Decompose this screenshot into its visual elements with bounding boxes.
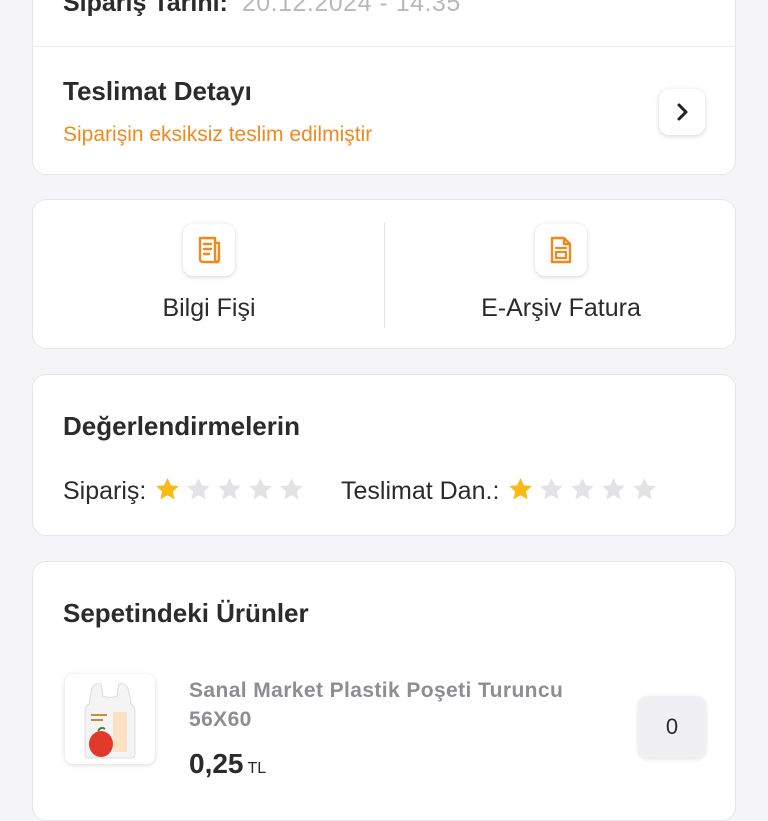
order-date-value: 20.12.2024 - 14:35	[241, 0, 461, 17]
delivery-detail-button[interactable]	[659, 89, 705, 135]
star-empty-icon[interactable]	[536, 475, 567, 503]
star-filled-icon[interactable]	[152, 475, 183, 503]
star-empty-icon[interactable]	[245, 475, 276, 503]
e-archive-invoice-button[interactable]: E-Arşiv Fatura	[385, 200, 737, 350]
order-date-row: Sipariş Tarihi: 20.12.2024 - 14:35	[63, 0, 461, 18]
quantity-badge[interactable]: 0	[638, 696, 706, 758]
delivery-title: Teslimat Detayı	[63, 76, 252, 106]
documents-card: Bilgi Fişi E-Arşiv Fatura	[32, 199, 736, 349]
delivery-status: Siparişin eksiksiz teslim edilmiştir	[63, 123, 373, 146]
product-price-currency: TL	[247, 760, 267, 777]
e-archive-invoice-label: E-Arşiv Fatura	[481, 294, 641, 322]
star-empty-icon[interactable]	[183, 475, 214, 503]
ratings-title: Değerlendirmelerin	[63, 411, 300, 441]
plastic-bag-image	[84, 683, 136, 759]
chevron-right-icon	[677, 103, 688, 121]
ratings-card: Değerlendirmelerin Sipariş: Teslimat Dan…	[32, 374, 736, 536]
receipt-icon-box	[183, 224, 235, 276]
star-empty-icon[interactable]	[598, 475, 629, 503]
delivery-rating-label: Teslimat Dan.:	[341, 477, 500, 505]
receipt-label: Bilgi Fişi	[162, 294, 256, 322]
order-rating-stars	[152, 475, 307, 508]
order-date-label: Sipariş Tarihi:	[63, 0, 228, 17]
basket-card: Sepetindeki Ürünler Sanal Market Plastik…	[32, 561, 736, 821]
divider	[33, 46, 735, 47]
order-rating-label: Sipariş:	[63, 477, 147, 505]
receipt-icon	[198, 236, 221, 264]
product-image	[65, 674, 155, 764]
star-empty-icon[interactable]	[567, 475, 598, 503]
product-name: Sanal Market Plastik Poşeti Turuncu 56X6…	[189, 679, 564, 731]
star-empty-icon[interactable]	[214, 475, 245, 503]
product-price-value: 0,25	[189, 748, 244, 779]
basket-title: Sepetindeki Ürünler	[63, 598, 309, 628]
order-info-card: Sipariş Tarihi: 20.12.2024 - 14:35 Teslim…	[32, 0, 736, 175]
delivery-rating-stars	[505, 475, 660, 508]
invoice-icon-box	[535, 224, 587, 276]
product-price: 0,25 TL	[189, 748, 266, 780]
delivery-rating[interactable]: Teslimat Dan.:	[341, 475, 660, 508]
invoice-document-icon	[550, 236, 572, 264]
order-rating[interactable]: Sipariş:	[63, 475, 307, 508]
star-empty-icon[interactable]	[629, 475, 660, 503]
star-empty-icon[interactable]	[276, 475, 307, 503]
star-filled-icon[interactable]	[505, 475, 536, 503]
receipt-button[interactable]: Bilgi Fişi	[33, 200, 385, 350]
